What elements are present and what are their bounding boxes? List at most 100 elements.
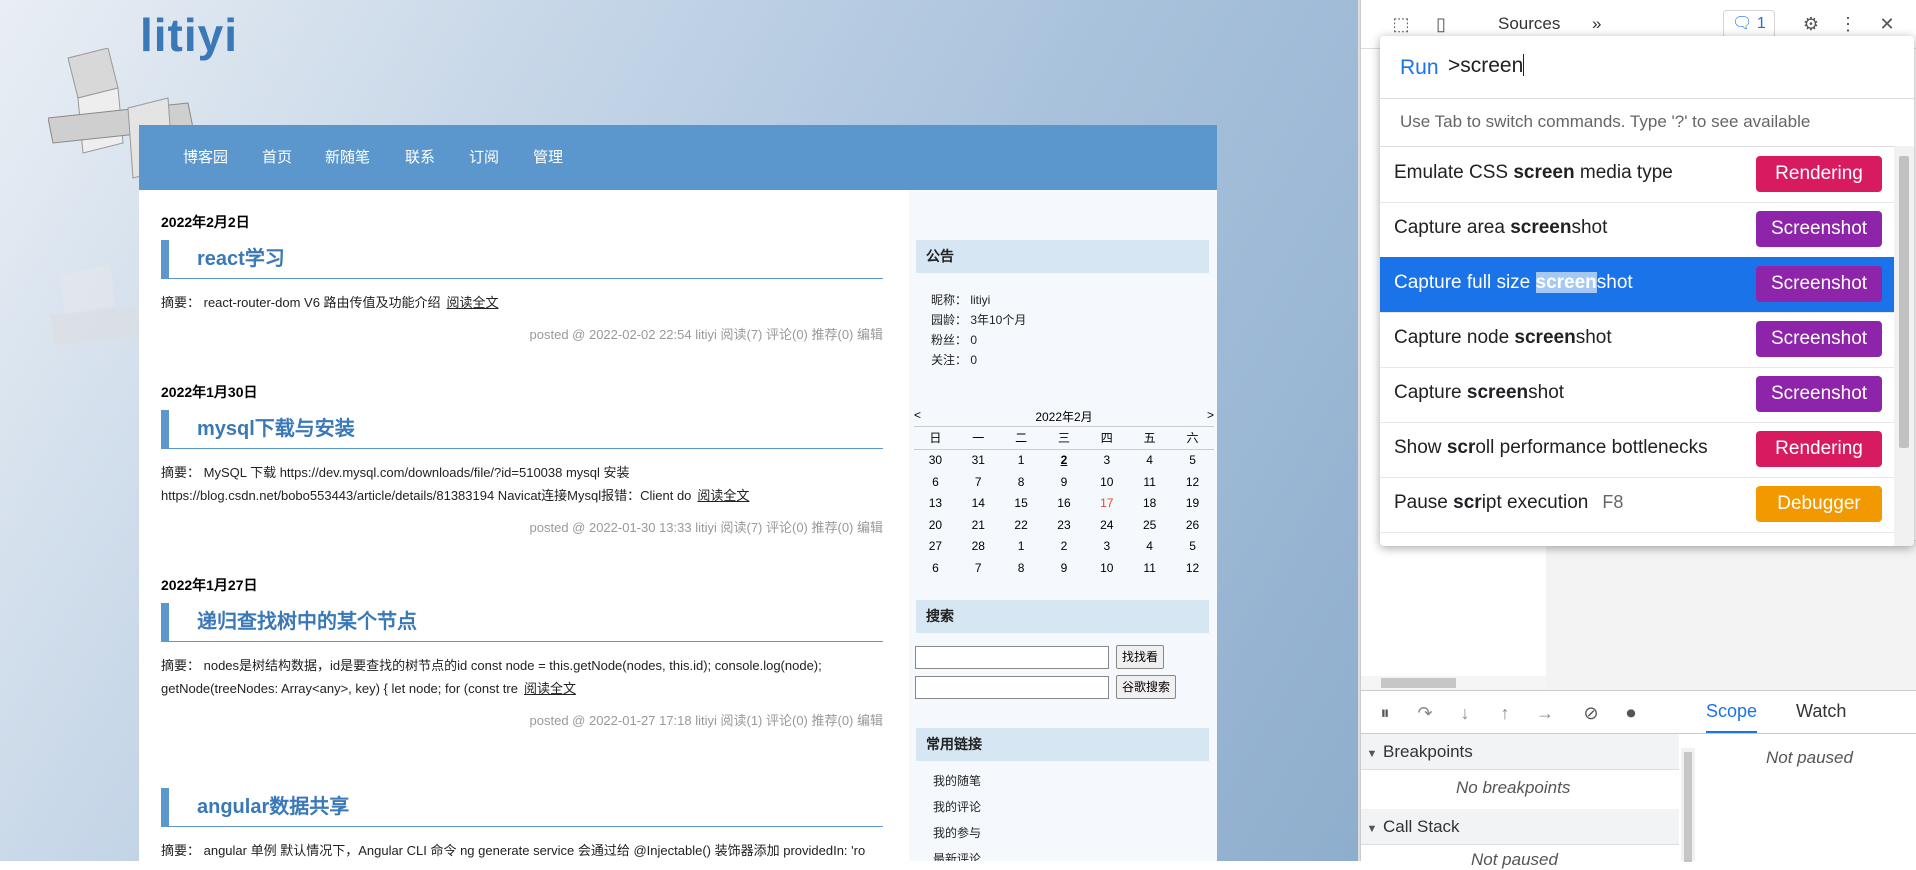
sidebar-vscroll[interactable] xyxy=(1681,748,1695,862)
post-title[interactable]: react学习 xyxy=(197,242,285,271)
calendar-day: 3 xyxy=(1103,539,1111,554)
calendar-prev[interactable]: < xyxy=(914,408,921,426)
command-item[interactable]: Capture area screenshot Screenshot xyxy=(1380,202,1894,258)
device-toolbar-icon[interactable]: ▯ xyxy=(1429,12,1453,36)
calendar-weekday: 二 xyxy=(999,427,1043,450)
calendar-day: 10 xyxy=(1100,474,1114,489)
post-list: 2022年2月2日 react学习 摘要： react-router-dom V… xyxy=(139,190,909,861)
issues-badge[interactable]: 🗨 1 xyxy=(1723,10,1775,38)
calendar-day[interactable]: 2 xyxy=(1043,449,1086,471)
scroll-thumb[interactable] xyxy=(1899,156,1909,448)
step-out-icon[interactable]: ↑ xyxy=(1493,701,1517,725)
notice-title: 公告 xyxy=(916,240,1209,273)
post-title[interactable]: 递归查找树中的某个节点 xyxy=(197,605,417,634)
google-search-input[interactable] xyxy=(915,676,1109,699)
close-icon[interactable]: ✕ xyxy=(1875,12,1899,36)
command-category-badge: Screenshot xyxy=(1756,211,1882,247)
command-menu: Run >screen Use Tab to switch commands. … xyxy=(1380,36,1914,546)
command-item[interactable]: Show scroll performance bottlenecks Rende… xyxy=(1380,422,1894,478)
callstack-header[interactable]: ▼ Call Stack xyxy=(1361,809,1679,845)
pause-icon[interactable]: ⏸ xyxy=(1373,701,1397,725)
calendar-weekday: 三 xyxy=(1042,427,1086,450)
post-summary: 摘要： nodes是树结构数据，id是要查找的树节点的id const node… xyxy=(161,658,822,696)
command-item[interactable]: Capture screenshot Screenshot xyxy=(1380,367,1894,423)
calendar-day: 27 xyxy=(928,539,943,554)
tab-watch[interactable]: Watch xyxy=(1796,701,1846,722)
common-links: 我的随笔 我的评论 我的参与 最新评论 xyxy=(933,768,981,861)
more-tabs-icon[interactable]: » xyxy=(1592,14,1601,34)
command-input[interactable]: Run >screen xyxy=(1380,36,1914,99)
nav-home[interactable]: 首页 xyxy=(262,125,292,190)
search-button[interactable]: 找找看 xyxy=(1116,645,1165,669)
blog-title[interactable]: litiyi xyxy=(140,8,238,62)
step-icon[interactable]: → xyxy=(1533,701,1557,725)
post-title[interactable]: angular数据共享 xyxy=(197,790,349,819)
calendar-weekday: 五 xyxy=(1128,427,1172,450)
nav-contact[interactable]: 联系 xyxy=(405,125,435,190)
post-title-bar: react学习 xyxy=(161,240,883,279)
search-title: 搜索 xyxy=(916,600,1209,633)
command-list: Emulate CSS screen media type Rendering Ca… xyxy=(1380,146,1894,546)
step-into-icon[interactable]: ↓ xyxy=(1453,701,1477,725)
read-more-link[interactable]: 阅读全文 xyxy=(697,488,749,503)
link-latest-comments[interactable]: 最新评论 xyxy=(933,846,981,861)
command-item[interactable]: Capture full size screenshot Screenshot xyxy=(1380,257,1894,313)
read-more-link[interactable]: 阅读全文 xyxy=(524,681,576,696)
calendar-weekday: 六 xyxy=(1171,427,1214,450)
inspect-element-icon[interactable]: ⬚ xyxy=(1389,12,1413,36)
search-input[interactable] xyxy=(915,646,1109,669)
nav-cnblogs[interactable]: 博客园 xyxy=(183,125,228,190)
calendar-day: 1 xyxy=(1017,453,1025,468)
calendar-next[interactable]: > xyxy=(1207,408,1214,426)
deactivate-breakpoints-icon[interactable]: ⊘ xyxy=(1579,701,1603,725)
read-more-link[interactable]: 阅读全文 xyxy=(447,295,499,310)
no-breakpoints-text: No breakpoints xyxy=(1456,778,1571,797)
pause-on-exceptions-icon[interactable]: ⏺ xyxy=(1619,701,1643,725)
nav-subscribe[interactable]: 订阅 xyxy=(469,125,499,190)
nav-new-post[interactable]: 新随笔 xyxy=(325,125,370,190)
more-options-icon[interactable]: ⋮ xyxy=(1836,12,1860,36)
command-category-badge: Debugger xyxy=(1756,486,1882,522)
post-item: 2022年1月27日 递归查找树中的某个节点 摘要： nodes是树结构数据，i… xyxy=(161,575,883,729)
command-item[interactable]: Emulate CSS screen media type Rendering xyxy=(1380,147,1894,203)
command-list-scrollbar[interactable] xyxy=(1894,146,1914,546)
settings-gear-icon[interactable]: ⚙ xyxy=(1799,12,1823,36)
command-label: Pause script execution F8 xyxy=(1394,492,1624,513)
command-hint: Use Tab to switch commands. Type '?' to … xyxy=(1400,112,1811,131)
link-my-comments[interactable]: 我的评论 xyxy=(933,794,981,820)
tab-scope[interactable]: Scope xyxy=(1706,701,1758,733)
breakpoints-header[interactable]: ▼ Breakpoints xyxy=(1361,734,1679,770)
calendar-month: 2022年2月 xyxy=(1035,410,1093,424)
post-footer: posted @ 2022-01-27 17:18 litiyi 阅读(1) 评… xyxy=(529,713,883,728)
calendar-day: 4 xyxy=(1146,539,1153,554)
command-category-badge: Rendering xyxy=(1756,156,1882,192)
google-search-button[interactable]: 谷歌搜索 xyxy=(1116,675,1177,699)
link-my-participation[interactable]: 我的参与 xyxy=(933,820,981,846)
text-caret xyxy=(1523,54,1525,76)
calendar-day: 14 xyxy=(971,496,985,511)
command-category-badge: Rendering xyxy=(1756,431,1882,467)
calendar-day: 6 xyxy=(932,560,939,575)
collapse-triangle-icon: ▼ xyxy=(1366,823,1378,835)
calendar-day: 30 xyxy=(928,453,943,468)
post-title-bar: angular数据共享 xyxy=(161,788,883,827)
navigator-hscroll[interactable] xyxy=(1361,676,1546,690)
post-summary: 摘要： angular 单例 默认情况下，Angular CLI 命令 ng g… xyxy=(161,843,866,858)
calendar-day: 13 xyxy=(928,496,943,511)
sidebar: 公告 昵称： litiyi 园龄： 3年10个月 粉丝： 0 关注： 0 < 2… xyxy=(909,190,1217,861)
post-title[interactable]: mysql下载与安装 xyxy=(197,412,355,441)
nav-manage[interactable]: 管理 xyxy=(533,125,563,190)
command-item[interactable]: Capture node screenshot Screenshot xyxy=(1380,312,1894,368)
tab-sources[interactable]: Sources xyxy=(1498,14,1560,34)
calendar-day: 7 xyxy=(974,474,982,489)
scroll-thumb[interactable] xyxy=(1381,678,1456,688)
step-over-icon[interactable]: ↷ xyxy=(1413,701,1437,725)
calendar-day: 22 xyxy=(1014,517,1028,532)
calendar-day: 1 xyxy=(1017,539,1025,554)
command-label: Capture area screenshot xyxy=(1394,217,1608,238)
calendar-day: 16 xyxy=(1057,496,1071,511)
link-my-posts[interactable]: 我的随笔 xyxy=(933,768,981,794)
command-item[interactable]: Pause script execution F8 Debugger xyxy=(1380,477,1894,533)
calendar-day: 11 xyxy=(1143,474,1156,489)
scroll-thumb[interactable] xyxy=(1684,752,1692,862)
